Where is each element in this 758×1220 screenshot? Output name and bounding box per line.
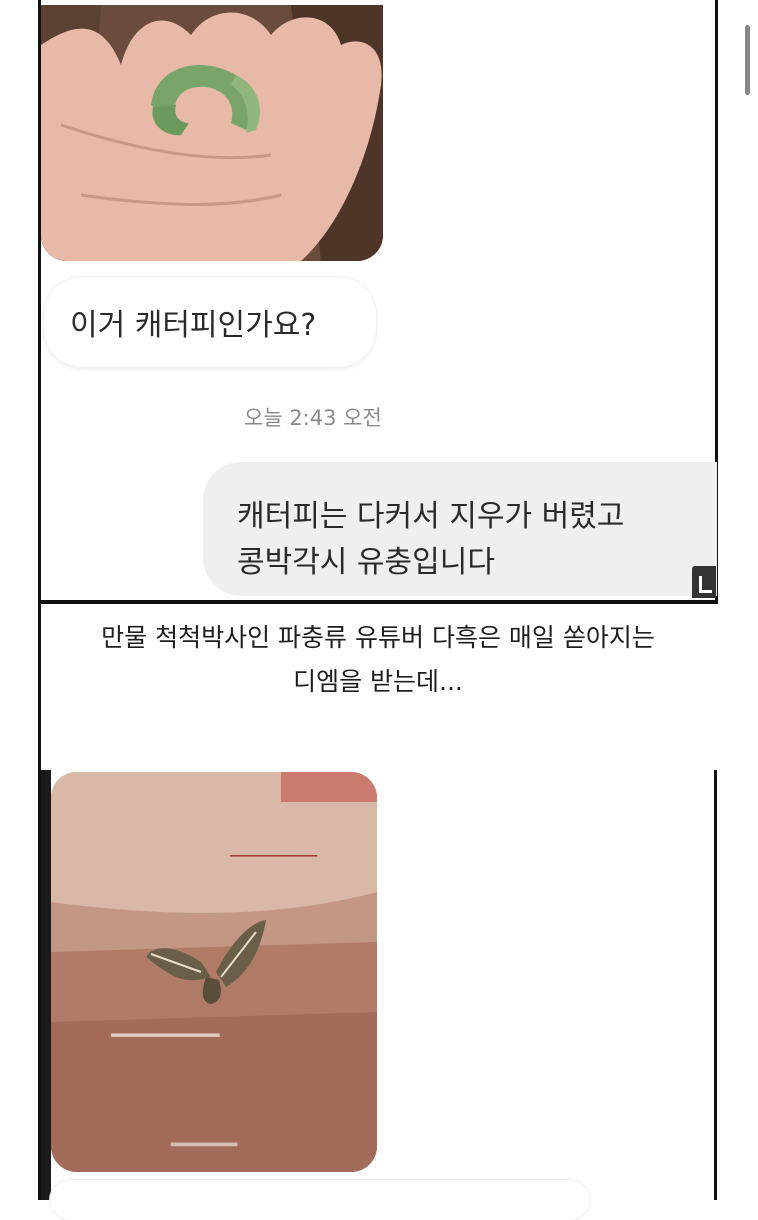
message-timestamp: 오늘 2:43 오전 [244, 406, 382, 430]
caterpillar-on-hand-photo[interactable] [41, 5, 383, 261]
next-message-bubble [50, 1180, 590, 1220]
frame-right-border-lower [714, 770, 717, 1200]
svg-text:────────: ──────── [229, 846, 318, 867]
photo-side-strip [41, 770, 51, 1200]
section-divider [38, 600, 718, 604]
caption-line2: 디엠을 받는데... [293, 667, 463, 696]
outgoing-message-line1: 캐터피는 다커서 지우가 버렸고 [237, 499, 625, 534]
corner-overlay-icon [692, 566, 716, 598]
caption-line1: 만물 척척박사인 파충류 유튜버 다흑은 매일 쏟아지는 [101, 623, 655, 652]
outgoing-message-line2: 콩박각시 유충입니다 [237, 545, 495, 580]
scrollbar[interactable] [745, 25, 750, 95]
svg-text:━━━━━━━━━: ━━━━━━━━━ [110, 1023, 220, 1047]
moth-on-sign-photo[interactable]: ──────── ━━━━━━━━━ ━━━━━ [51, 772, 377, 1172]
svg-text:━━━━━: ━━━━━ [170, 1133, 238, 1158]
incoming-message-text: 이거 캐터피인가요? [70, 308, 317, 343]
